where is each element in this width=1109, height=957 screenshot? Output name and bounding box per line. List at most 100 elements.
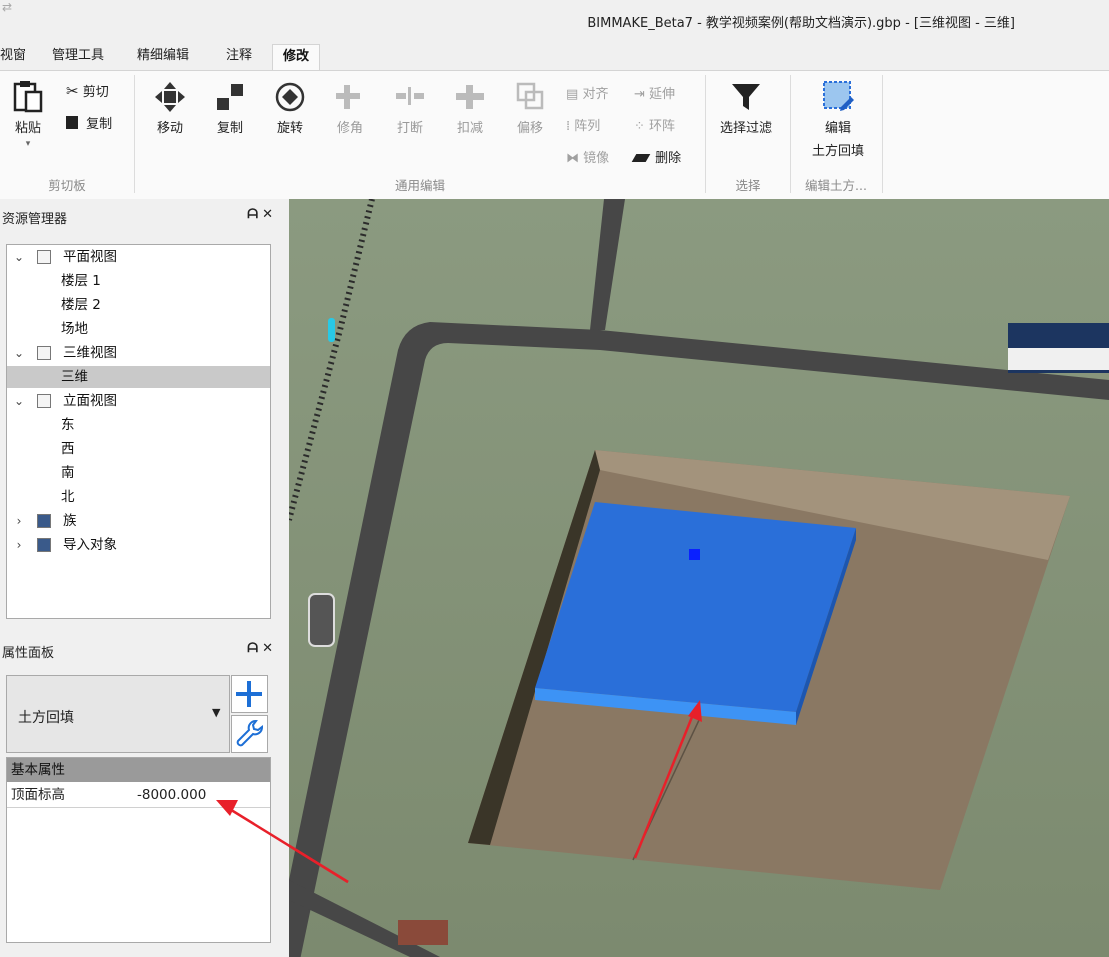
property-row[interactable]: 顶面标高 -8000.000: [7, 783, 270, 808]
break-label: 打断: [396, 121, 423, 136]
delete-button[interactable]: 删除: [631, 147, 682, 166]
paste-label: 粘贴: [14, 121, 41, 136]
delete-label: 删除: [655, 151, 682, 166]
cyan-marker: [328, 318, 335, 342]
property-name: 顶面标高: [11, 787, 65, 803]
scissors-icon: ✂: [66, 82, 79, 100]
title-bar: ⇄ BIMMAKE_Beta7 - 教学视频案例(帮助文档演示).gbp - […: [0, 0, 1109, 44]
tree-node-plan-views[interactable]: ⌄ 平面视图: [7, 246, 270, 268]
align-button[interactable]: ▤ 对齐: [566, 83, 608, 102]
copy-label: 复制: [86, 117, 113, 132]
tree-node-east[interactable]: 东: [7, 414, 270, 436]
chevron-right-icon[interactable]: ›: [13, 510, 25, 532]
import-icon: [37, 538, 51, 552]
ring-array-icon: ⁘: [634, 119, 645, 134]
cut-label: 剪切: [82, 85, 109, 100]
3d-scene[interactable]: [289, 199, 1109, 957]
offset-label: 偏移: [516, 121, 543, 136]
edit-earthwork-fill-button[interactable]: 编辑 土方回填: [800, 79, 876, 159]
copy-clip-button[interactable]: 复制: [66, 113, 112, 132]
extend-icon: ⇥: [634, 87, 645, 102]
copy-button[interactable]: 复制: [210, 81, 250, 136]
trim-button[interactable]: 修角: [330, 81, 370, 136]
float-panel-icon[interactable]: ᗩ: [247, 641, 262, 656]
window-title: BIMMAKE_Beta7 - 教学视频案例(帮助文档演示).gbp - [三维…: [587, 16, 1015, 31]
rotate-button[interactable]: 旋转: [270, 81, 310, 136]
top-elevation-value[interactable]: -8000.000: [137, 783, 206, 807]
edit-type-button[interactable]: [231, 715, 268, 753]
elevation-view-icon: [37, 394, 51, 408]
paste-dropdown-icon[interactable]: ▾: [10, 139, 46, 149]
rotate-label: 旋转: [276, 121, 303, 136]
edit-fill-icon: [823, 81, 854, 111]
grip-handle[interactable]: [689, 549, 700, 560]
chevron-down-icon[interactable]: ⌄: [13, 390, 25, 412]
vehicle: [308, 593, 335, 647]
mirror-button[interactable]: ⧓ 镜像: [566, 147, 609, 166]
tree-node-3d[interactable]: 三维: [7, 366, 270, 388]
property-section-header[interactable]: 基本属性: [7, 758, 270, 782]
float-panel-icon[interactable]: ᗩ: [247, 207, 262, 222]
extend-label: 延伸: [649, 87, 676, 102]
tab-view[interactable]: 视窗: [0, 44, 26, 70]
subtract-button[interactable]: 扣减: [450, 81, 490, 136]
quick-access-icon[interactable]: ⇄: [2, 0, 12, 14]
extend-button[interactable]: ⇥ 延伸: [634, 83, 675, 102]
paste-icon: [13, 81, 43, 113]
chevron-down-icon[interactable]: ⌄: [13, 246, 25, 268]
subtract-icon: [456, 85, 484, 109]
array-button[interactable]: ⁞ 阵列: [566, 115, 600, 134]
tree-node-elevation-views[interactable]: ⌄ 立面视图: [7, 390, 270, 412]
copy-icon: [66, 116, 78, 129]
move-label: 移动: [156, 121, 183, 136]
ring-array-button[interactable]: ⁘ 环阵: [634, 115, 675, 134]
tree-node-3d-views[interactable]: ⌄ 三维视图: [7, 342, 270, 364]
select-filter-button[interactable]: 选择过滤: [714, 81, 778, 136]
tree-node-south[interactable]: 南: [7, 462, 270, 484]
tree-node-site[interactable]: 场地: [7, 318, 270, 340]
close-panel-icon[interactable]: ✕: [262, 641, 277, 656]
offset-button[interactable]: 偏移: [510, 81, 550, 136]
tree-node-west[interactable]: 西: [7, 438, 270, 460]
building-facade: [1008, 348, 1109, 370]
align-label: 对齐: [582, 87, 609, 102]
resource-manager-title: 资源管理器: [2, 212, 68, 227]
cut-button[interactable]: ✂ 剪切: [66, 81, 109, 100]
tab-manage-tools[interactable]: 管理工具: [52, 44, 104, 70]
offset-icon: [516, 82, 544, 110]
chevron-down-icon[interactable]: ⌄: [13, 342, 25, 364]
ring-array-label: 环阵: [649, 119, 676, 134]
break-button[interactable]: 打断: [390, 81, 430, 136]
resource-manager-panel: 资源管理器 ᗩ✕ ⌄ 平面视图 楼层 1 楼层 2 场地 ⌄ 三维视图 三维 ⌄: [0, 199, 289, 631]
clipboard-group-label: 剪切板: [48, 178, 86, 193]
break-icon: [396, 87, 424, 105]
paste-button[interactable]: 粘贴 ▾: [10, 79, 46, 149]
align-icon: ▤: [566, 87, 579, 102]
3d-viewport[interactable]: [289, 199, 1109, 957]
type-selector[interactable]: 土方回填 ▼: [6, 675, 230, 753]
tab-fine-edit[interactable]: 精细编辑: [137, 44, 189, 70]
tree-node-floor-2[interactable]: 楼层 2: [7, 294, 270, 316]
properties-header: 属性面板 ᗩ✕: [0, 633, 289, 667]
tree-node-floor-1[interactable]: 楼层 1: [7, 270, 270, 292]
tree-node-north[interactable]: 北: [7, 486, 270, 508]
eraser-icon: [631, 154, 651, 162]
tab-modify[interactable]: 修改: [272, 44, 321, 71]
tab-annotate[interactable]: 注释: [226, 44, 252, 70]
copy-move-icon: [217, 84, 243, 110]
barrier: [398, 920, 448, 945]
plan-view-icon: [37, 250, 51, 264]
chevron-down-icon[interactable]: ▼: [212, 706, 220, 719]
trim-label: 修角: [336, 121, 363, 136]
tree-node-imported-objects[interactable]: › 导入对象: [7, 534, 270, 556]
array-icon: ⁞: [566, 119, 571, 134]
move-button[interactable]: 移动: [150, 81, 190, 136]
subtract-label: 扣减: [456, 121, 483, 136]
add-type-button[interactable]: [231, 675, 268, 713]
edit-fill-label-line2: 土方回填: [811, 144, 864, 159]
tree-node-families[interactable]: › 族: [7, 510, 270, 532]
ribbon-tabs: 视窗 管理工具 精细编辑 注释 修改: [0, 44, 1109, 71]
filter-icon: [732, 84, 760, 110]
chevron-right-icon[interactable]: ›: [13, 534, 25, 556]
close-panel-icon[interactable]: ✕: [262, 207, 277, 222]
